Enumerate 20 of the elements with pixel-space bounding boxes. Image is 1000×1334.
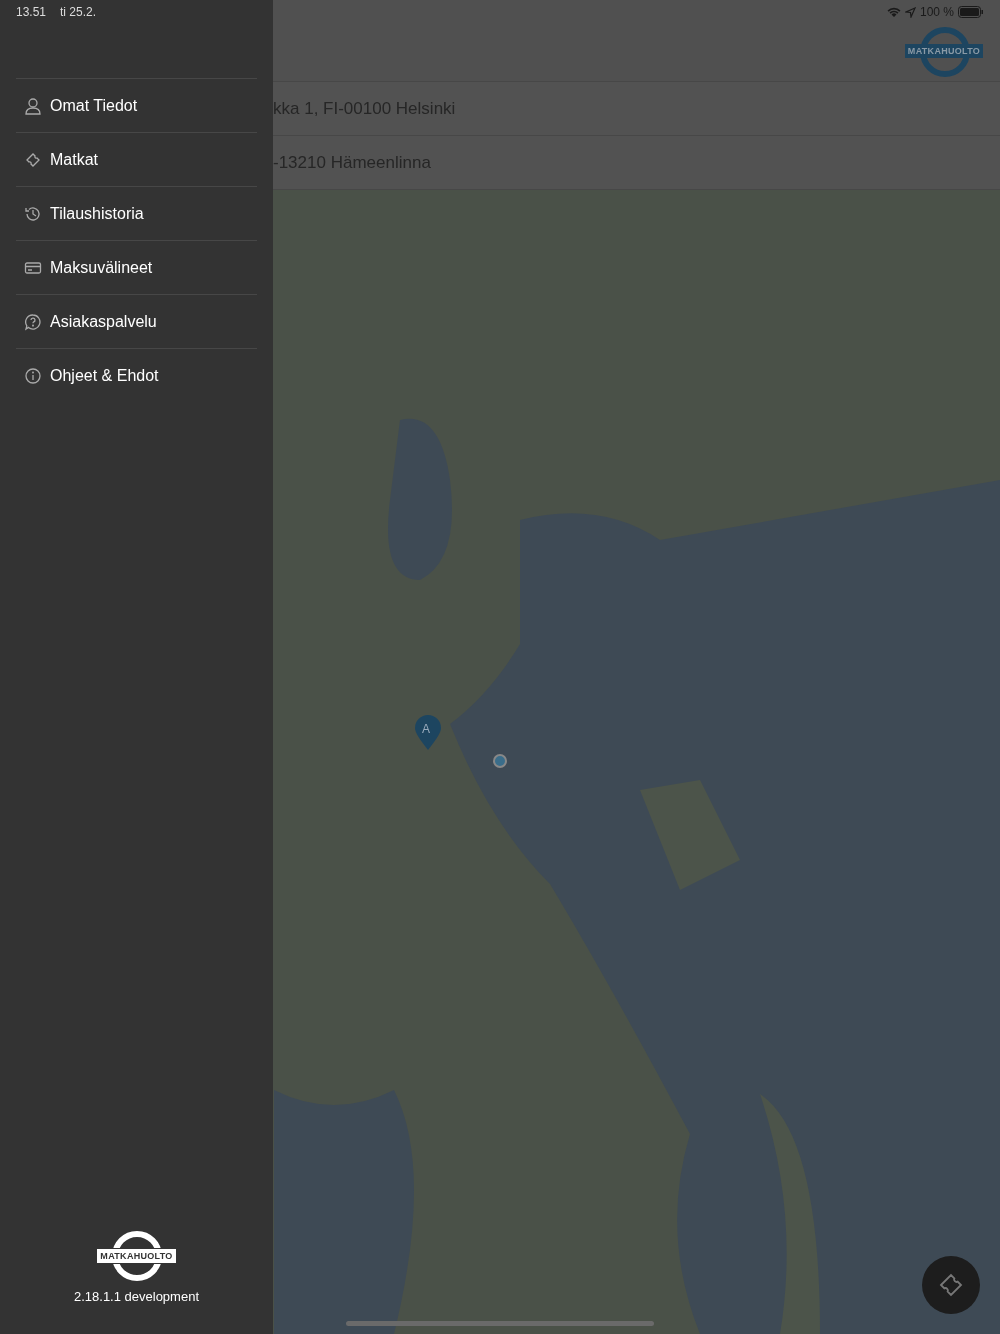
menu-item[interactable]: Maksuvälineet xyxy=(16,240,257,294)
status-date: ti 25.2. xyxy=(60,5,97,19)
menu-item[interactable]: Ohjeet & Ehdot xyxy=(16,348,257,402)
matkahuolto-logo: MATKAHUOLTO xyxy=(98,1231,175,1281)
menu-item[interactable]: Asiakaspalvelu xyxy=(16,294,257,348)
matkahuolto-logo: MATKAHUOLTO xyxy=(908,27,980,75)
version-label: 2.18.1.1 development xyxy=(73,1289,199,1304)
history-icon xyxy=(24,204,42,223)
menu-item[interactable]: Matkat xyxy=(16,132,257,186)
info-icon xyxy=(24,366,42,385)
status-time: 13.51 xyxy=(16,5,47,19)
map-pin-label: A xyxy=(422,722,430,736)
wifi-icon xyxy=(886,6,901,18)
battery-icon xyxy=(958,6,984,18)
location-arrow-icon xyxy=(904,6,916,18)
map-pin-icon[interactable] xyxy=(414,715,442,751)
help-icon xyxy=(24,312,42,331)
person-icon xyxy=(24,96,42,115)
menu-item[interactable]: Omat Tiedot xyxy=(16,78,257,132)
menu-item[interactable]: Tilaushistoria xyxy=(16,186,257,240)
